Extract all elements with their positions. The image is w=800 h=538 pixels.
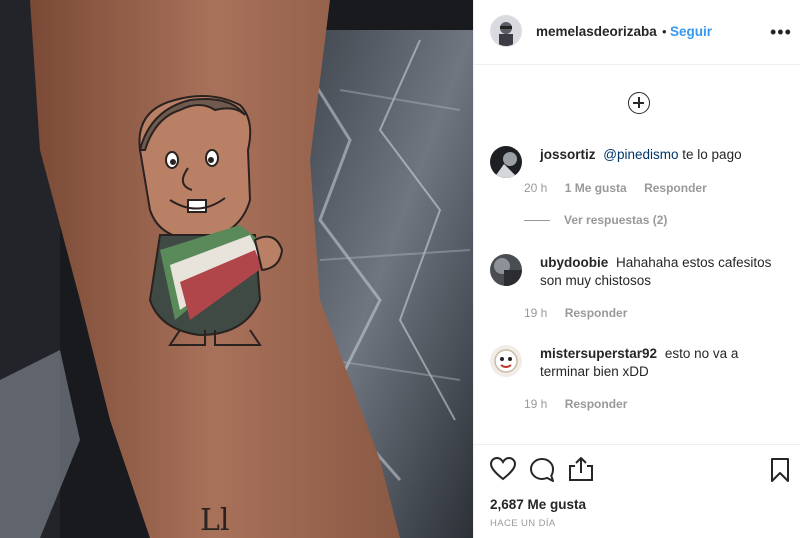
comment-content: te lo pago [678,147,742,162]
svg-text:Ll: Ll [200,503,230,538]
post-photo[interactable]: Ll [0,0,473,538]
post-username[interactable]: memelasdeorizaba [536,24,657,39]
post-actions: 2,687 Me gusta HACE UN DÍA [474,444,800,538]
reply-button[interactable]: Responder [644,181,707,195]
bookmark-icon[interactable] [770,457,790,488]
commenter-avatar[interactable] [490,254,522,286]
profile-avatar[interactable] [490,15,522,47]
heart-icon[interactable] [489,456,517,486]
comment-mention[interactable]: @pinedismo [603,147,678,162]
comment-username[interactable]: ubydoobie [540,255,608,270]
follow-button[interactable]: Seguir [670,24,712,39]
tattoo-photo: Ll [0,0,473,538]
comment-time[interactable]: 19 h [524,306,547,320]
comment-time[interactable]: 20 h [524,181,547,195]
post-time[interactable]: HACE UN DÍA [490,518,556,529]
view-replies-label: Ver respuestas (2) [564,213,668,227]
commenter-avatar[interactable] [490,345,522,377]
comment-username[interactable]: jossortiz [540,147,596,162]
comment-text: mistersuperstar92 esto no va a terminar … [540,345,780,381]
more-options-icon[interactable]: ••• [770,22,792,43]
comment-text: jossortiz @pinedismo te lo pago [540,146,780,164]
comment-text: ubydoobie Hahahaha estos cafesitos son m… [540,254,780,290]
comment-username[interactable]: mistersuperstar92 [540,346,657,361]
plus-circle-icon[interactable] [628,92,650,114]
comment-bubble-icon[interactable] [529,457,555,488]
likes-count[interactable]: 2,687 Me gusta [490,497,586,512]
share-icon[interactable] [568,456,594,487]
comment-meta: 19 h Responder [524,306,641,320]
comment-time[interactable]: 19 h [524,397,547,411]
comment-meta: 20 h 1 Me gusta Responder [524,181,721,195]
separator-dot: • [662,24,667,39]
commenter-avatar[interactable] [490,146,522,178]
view-replies-button[interactable]: Ver respuestas (2) [524,213,667,227]
reply-button[interactable]: Responder [565,397,628,411]
post-side-panel: memelasdeorizaba • Seguir ••• jossortiz … [473,0,800,538]
reply-button[interactable]: Responder [565,306,628,320]
replies-line [524,220,550,222]
post-header: memelasdeorizaba • Seguir ••• [474,0,800,65]
comment-likes[interactable]: 1 Me gusta [565,181,627,195]
comment-meta: 19 h Responder [524,397,641,411]
